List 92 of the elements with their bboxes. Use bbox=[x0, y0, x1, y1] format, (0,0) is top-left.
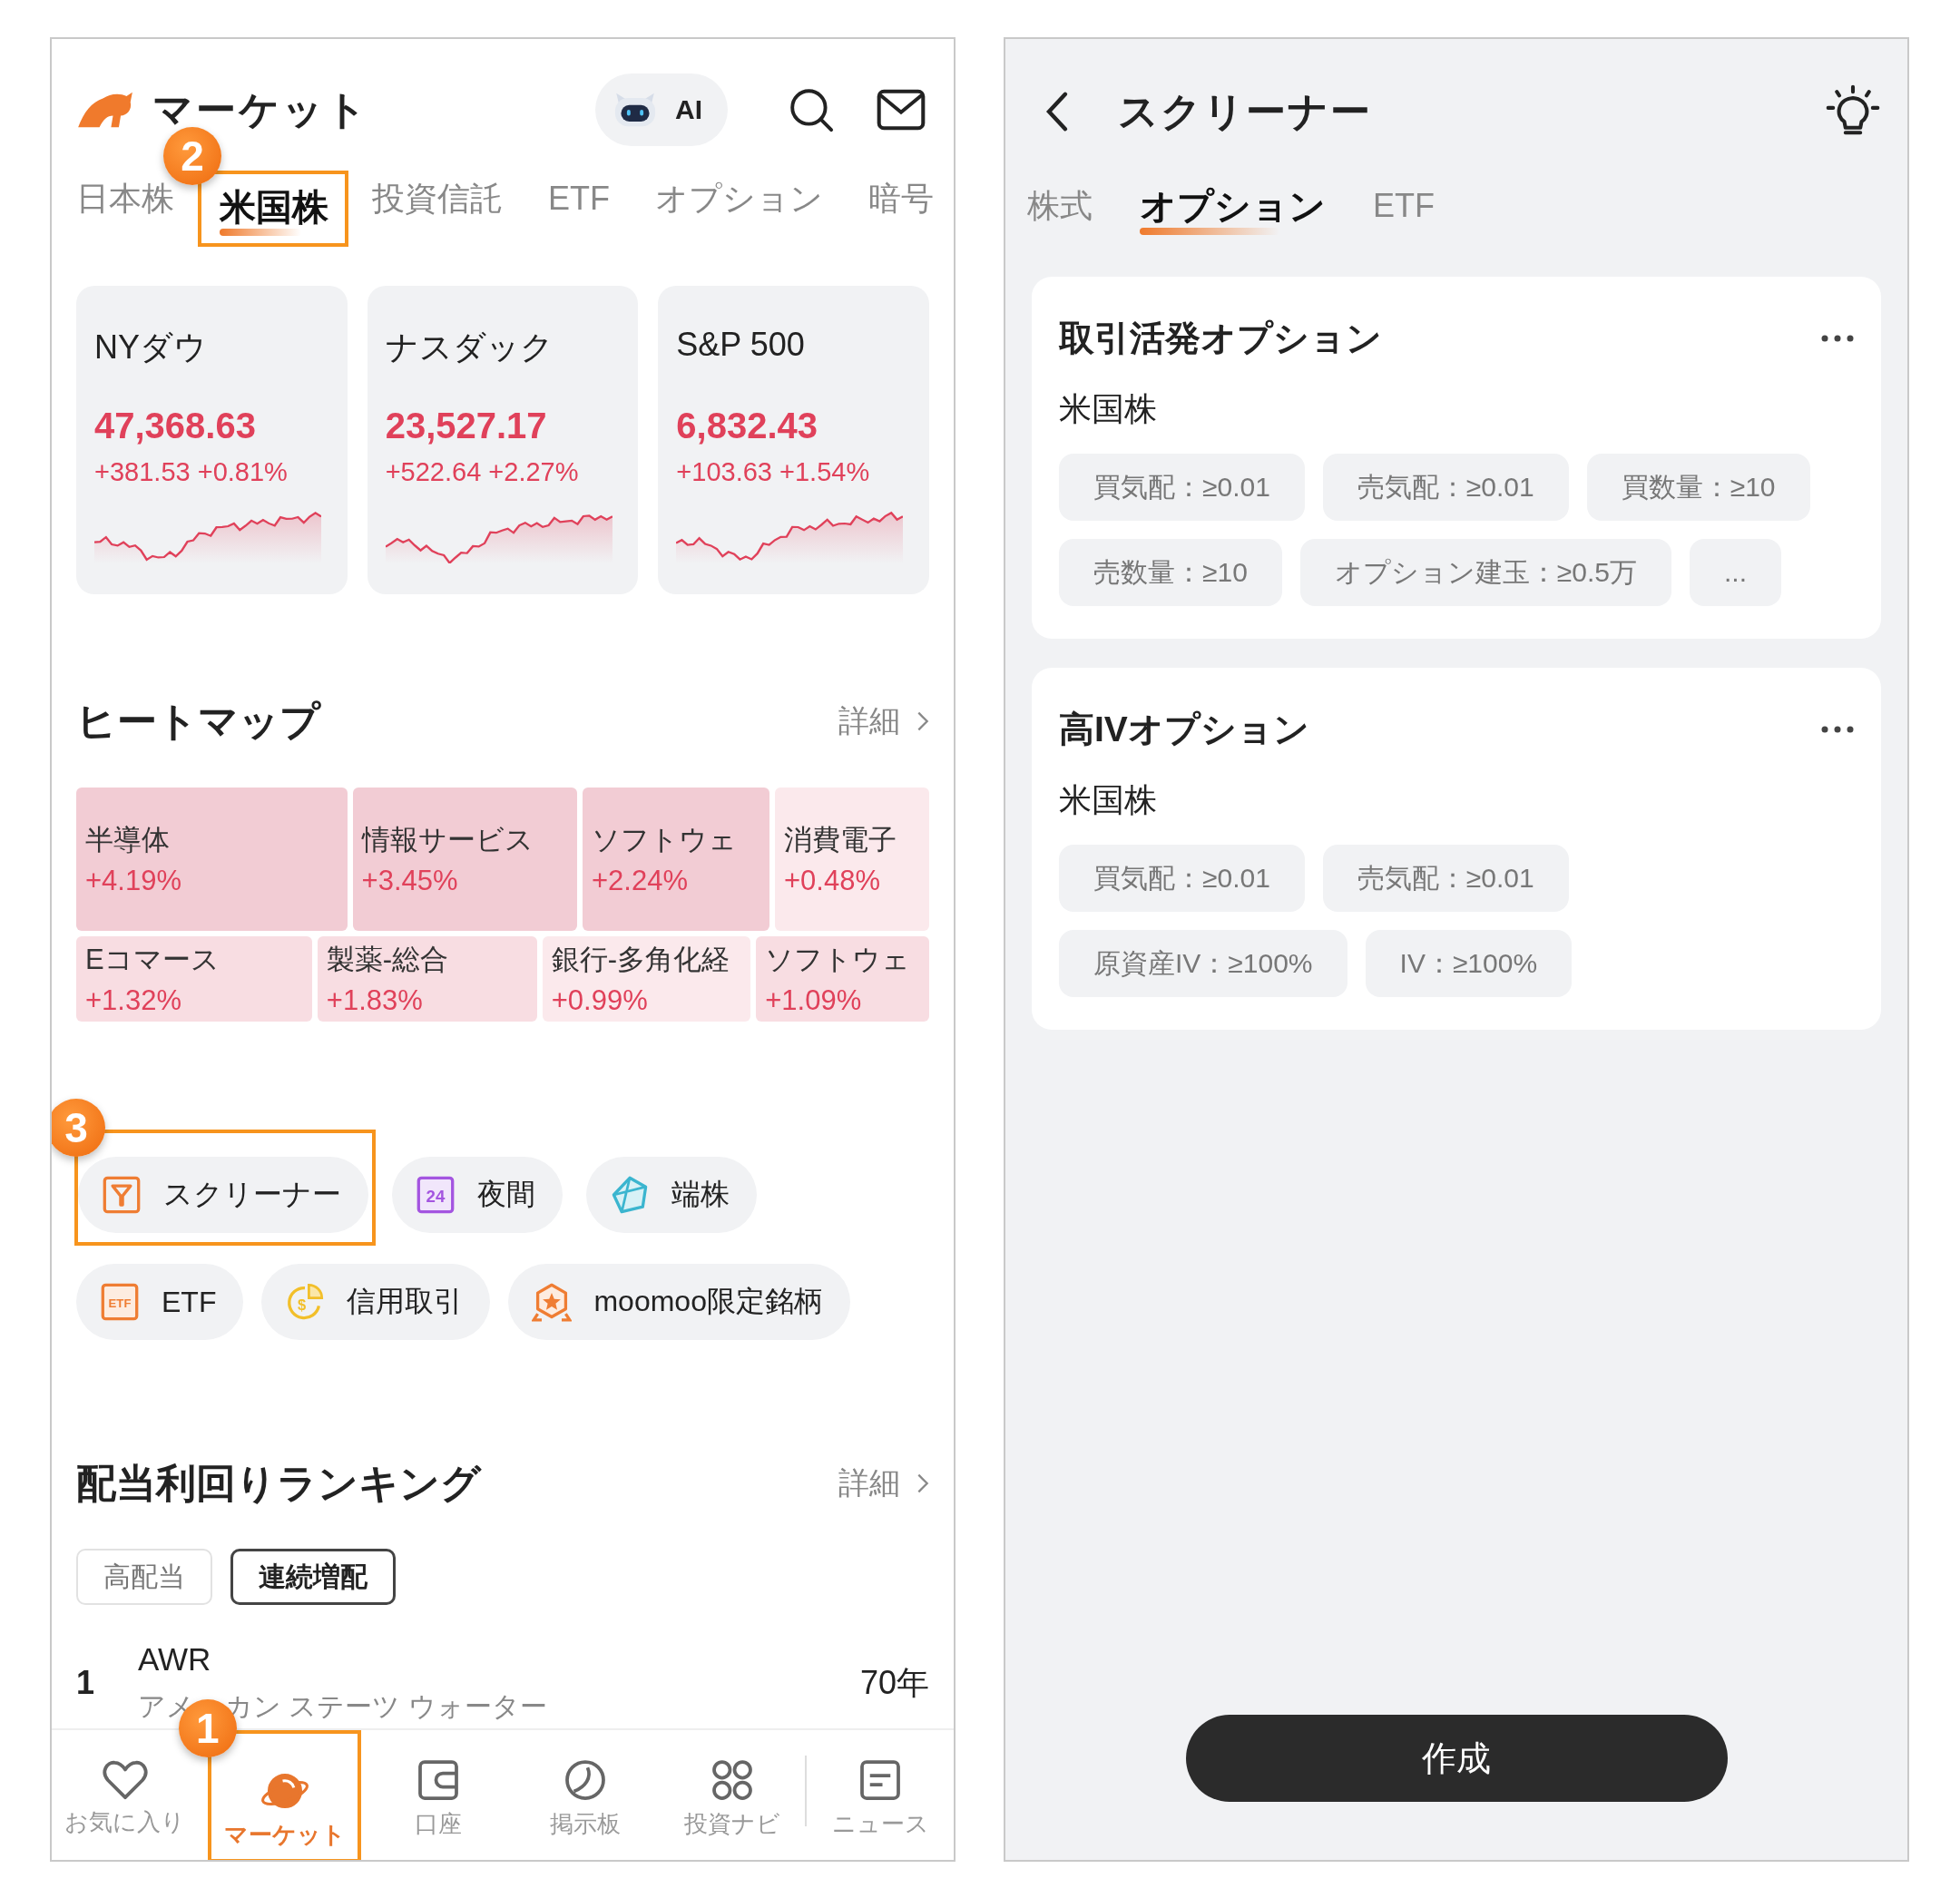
screener-title: 取引活発オプション bbox=[1059, 318, 1382, 359]
market-tab[interactable]: 投資信託 bbox=[372, 181, 503, 226]
filter-tag: 売数量：≥10 bbox=[1059, 539, 1282, 606]
heatmap-tile[interactable]: 製薬-総合 +1.83% bbox=[317, 936, 537, 1022]
market-label: 米国株 bbox=[1059, 780, 1158, 820]
section-title: 配当利回りランキング bbox=[76, 1459, 481, 1507]
shortcut-button[interactable]: 24 夜間 bbox=[392, 1157, 563, 1233]
chevron-right-icon bbox=[916, 710, 929, 732]
sector-name: 情報サービス bbox=[361, 823, 534, 857]
sector-name: 銀行-多角化経 bbox=[551, 943, 731, 977]
index-value: 23,527.17 bbox=[385, 406, 548, 446]
sector-change: +4.19% bbox=[85, 865, 182, 897]
filter-tag: 買気配：≥0.01 bbox=[1059, 845, 1305, 912]
heatmap-tile[interactable]: Eコマース +1.32% bbox=[76, 936, 312, 1022]
more-icon[interactable] bbox=[1821, 335, 1854, 342]
mail-icon[interactable] bbox=[877, 89, 926, 131]
page-title: スクリーナー bbox=[1118, 87, 1372, 135]
create-button[interactable]: 作成 bbox=[1185, 1715, 1728, 1802]
heatmap-tile[interactable]: ソフトウェ +2.24% bbox=[583, 788, 769, 931]
heart-icon bbox=[101, 1758, 149, 1801]
gem-icon bbox=[610, 1175, 650, 1215]
filter-tag: オプション建玉：≥0.5万 bbox=[1299, 539, 1671, 606]
market-tab[interactable]: 暗号 bbox=[868, 181, 934, 226]
screener-tab[interactable]: オプション bbox=[1140, 186, 1326, 235]
sector-change: +1.32% bbox=[85, 984, 182, 1017]
more-icon[interactable] bbox=[1821, 726, 1854, 733]
ai-assistant-button[interactable]: AI bbox=[595, 73, 728, 146]
details-link[interactable]: 詳細 bbox=[838, 1463, 929, 1504]
filter-chip[interactable]: 連続増配 bbox=[230, 1549, 396, 1605]
heatmap-tile[interactable]: 半導体 +4.19% bbox=[76, 788, 348, 931]
index-change: +522.64 +2.27% bbox=[385, 457, 580, 487]
section-title: ヒートマップ bbox=[76, 697, 320, 745]
shortcut-button[interactable]: 端株 bbox=[586, 1157, 757, 1233]
sector-change: +0.48% bbox=[783, 865, 881, 897]
index-value: 47,368.63 bbox=[94, 406, 257, 446]
rank-number: 1 bbox=[76, 1664, 96, 1702]
etf-icon: ETF bbox=[100, 1282, 140, 1322]
sector-name: 消費電子 bbox=[783, 823, 897, 857]
sector-change: +1.09% bbox=[765, 984, 863, 1017]
step-badge: 3 bbox=[52, 1099, 105, 1157]
heatmap-tile[interactable]: 消費電子 +0.48% bbox=[774, 788, 929, 931]
market-label: 米国株 bbox=[1059, 389, 1158, 429]
market-tab[interactable]: オプション bbox=[655, 181, 823, 226]
index-card[interactable]: ナスダック 23,527.17 +522.64 +2.27% bbox=[367, 286, 639, 594]
market-tab[interactable]: 米国株 bbox=[220, 187, 328, 236]
filter-tag: ... bbox=[1690, 539, 1782, 606]
heatmap-tile[interactable]: ソフトウェ +1.09% bbox=[756, 936, 929, 1022]
heatmap-tile[interactable]: 銀行-多角化経 +0.99% bbox=[542, 936, 751, 1022]
index-card[interactable]: NYダウ 47,368.63 +381.53 +0.81% bbox=[76, 286, 348, 594]
shortcut-button[interactable]: $ 信用取引 bbox=[261, 1264, 491, 1340]
sector-change: +0.99% bbox=[551, 984, 649, 1017]
filter-tag: IV：≥100% bbox=[1365, 930, 1573, 997]
chevron-right-icon bbox=[916, 1472, 929, 1494]
filter-tag: 売気配：≥0.01 bbox=[1322, 845, 1569, 912]
index-name: NYダウ bbox=[94, 328, 208, 367]
bull-logo bbox=[76, 90, 134, 130]
sector-change: +2.24% bbox=[592, 865, 689, 897]
filter-icon bbox=[102, 1175, 142, 1215]
filter-tag: 買数量：≥10 bbox=[1586, 454, 1810, 521]
sector-name: 半導体 bbox=[85, 823, 171, 857]
sector-name: 製薬-総合 bbox=[326, 943, 450, 977]
sector-change: +1.83% bbox=[326, 984, 424, 1017]
shortcut-button[interactable]: ETF ETF bbox=[76, 1264, 244, 1340]
index-change: +103.63 +1.54% bbox=[676, 457, 871, 487]
award-icon bbox=[532, 1282, 573, 1322]
shortcut-button[interactable]: スクリーナー bbox=[78, 1157, 368, 1233]
calendar-icon: 24 bbox=[416, 1175, 456, 1215]
filter-tag: 原資産IV：≥100% bbox=[1059, 930, 1348, 997]
index-name: S&P 500 bbox=[676, 326, 806, 365]
sector-change: +3.45% bbox=[361, 865, 459, 897]
dividend-years: 70年 bbox=[859, 1662, 929, 1703]
index-value: 6,832.43 bbox=[676, 406, 819, 446]
sector-name: Eコマース bbox=[85, 943, 220, 977]
heatmap-tile[interactable]: 情報サービス +3.45% bbox=[352, 788, 577, 931]
screener-card[interactable]: 高IVオプション 米国株 買気配：≥0.01 売気配：≥0.01 原資産IV：≥100% IV：≥100% bbox=[1032, 668, 1881, 1030]
screener-title: 高IVオプション bbox=[1059, 709, 1309, 750]
step-badge: 2 bbox=[163, 127, 221, 185]
screener-card[interactable]: 取引活発オプション 米国株 買気配：≥0.01 売気配：≥0.01 買数量：≥10 売数量：≥10 オプション建玉：≥0.5万 ... bbox=[1032, 277, 1881, 639]
shortcut-button[interactable]: moomoo限定銘柄 bbox=[508, 1264, 850, 1340]
filter-tag: 買気配：≥0.01 bbox=[1059, 454, 1305, 521]
back-icon[interactable] bbox=[1045, 91, 1069, 132]
sector-name: ソフトウェ bbox=[592, 823, 738, 857]
details-link[interactable]: 詳細 bbox=[838, 700, 929, 742]
market-tab[interactable]: ETF bbox=[548, 181, 610, 226]
index-name: ナスダック bbox=[385, 328, 554, 367]
filter-chip[interactable]: 高配当 bbox=[76, 1549, 212, 1605]
stock-symbol: AWR bbox=[138, 1640, 212, 1678]
index-change: +381.53 +0.81% bbox=[94, 457, 289, 487]
search-icon[interactable] bbox=[788, 86, 835, 133]
index-card[interactable]: S&P 500 6,832.43 +103.63 +1.54% bbox=[658, 286, 929, 594]
filter-tag: 売気配：≥0.01 bbox=[1322, 454, 1569, 521]
sector-name: ソフトウェ bbox=[765, 943, 912, 977]
